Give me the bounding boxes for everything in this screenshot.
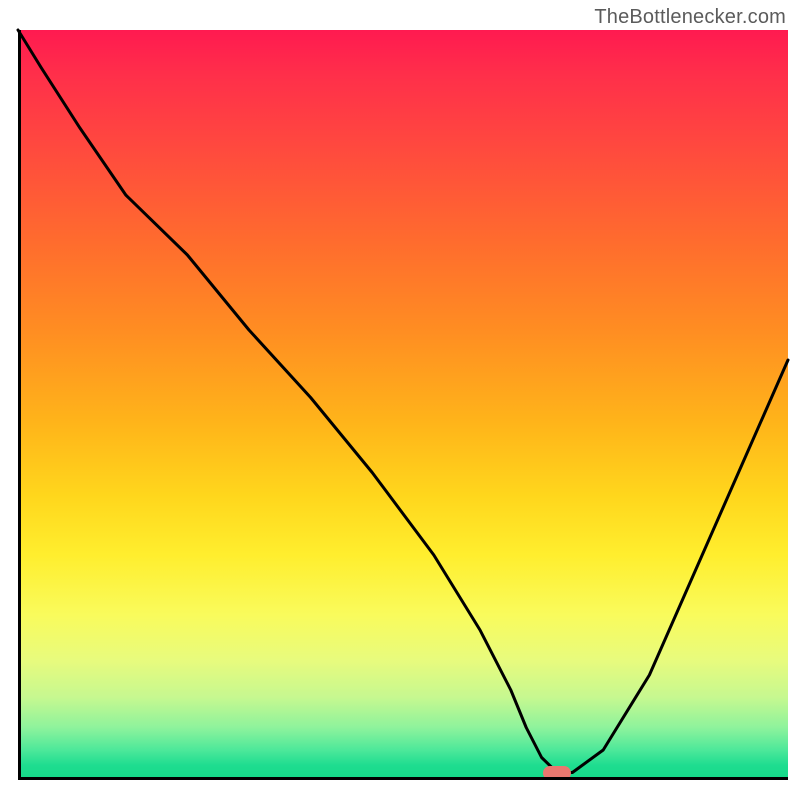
chart-stage: TheBottlenecker.com (0, 0, 800, 800)
axis-y-line (18, 30, 21, 780)
watermark-text: TheBottlenecker.com (594, 6, 786, 29)
plot-area (18, 30, 788, 780)
axis-x-line (18, 777, 788, 780)
curve-svg (18, 30, 788, 780)
bottleneck-curve-path (18, 30, 788, 773)
